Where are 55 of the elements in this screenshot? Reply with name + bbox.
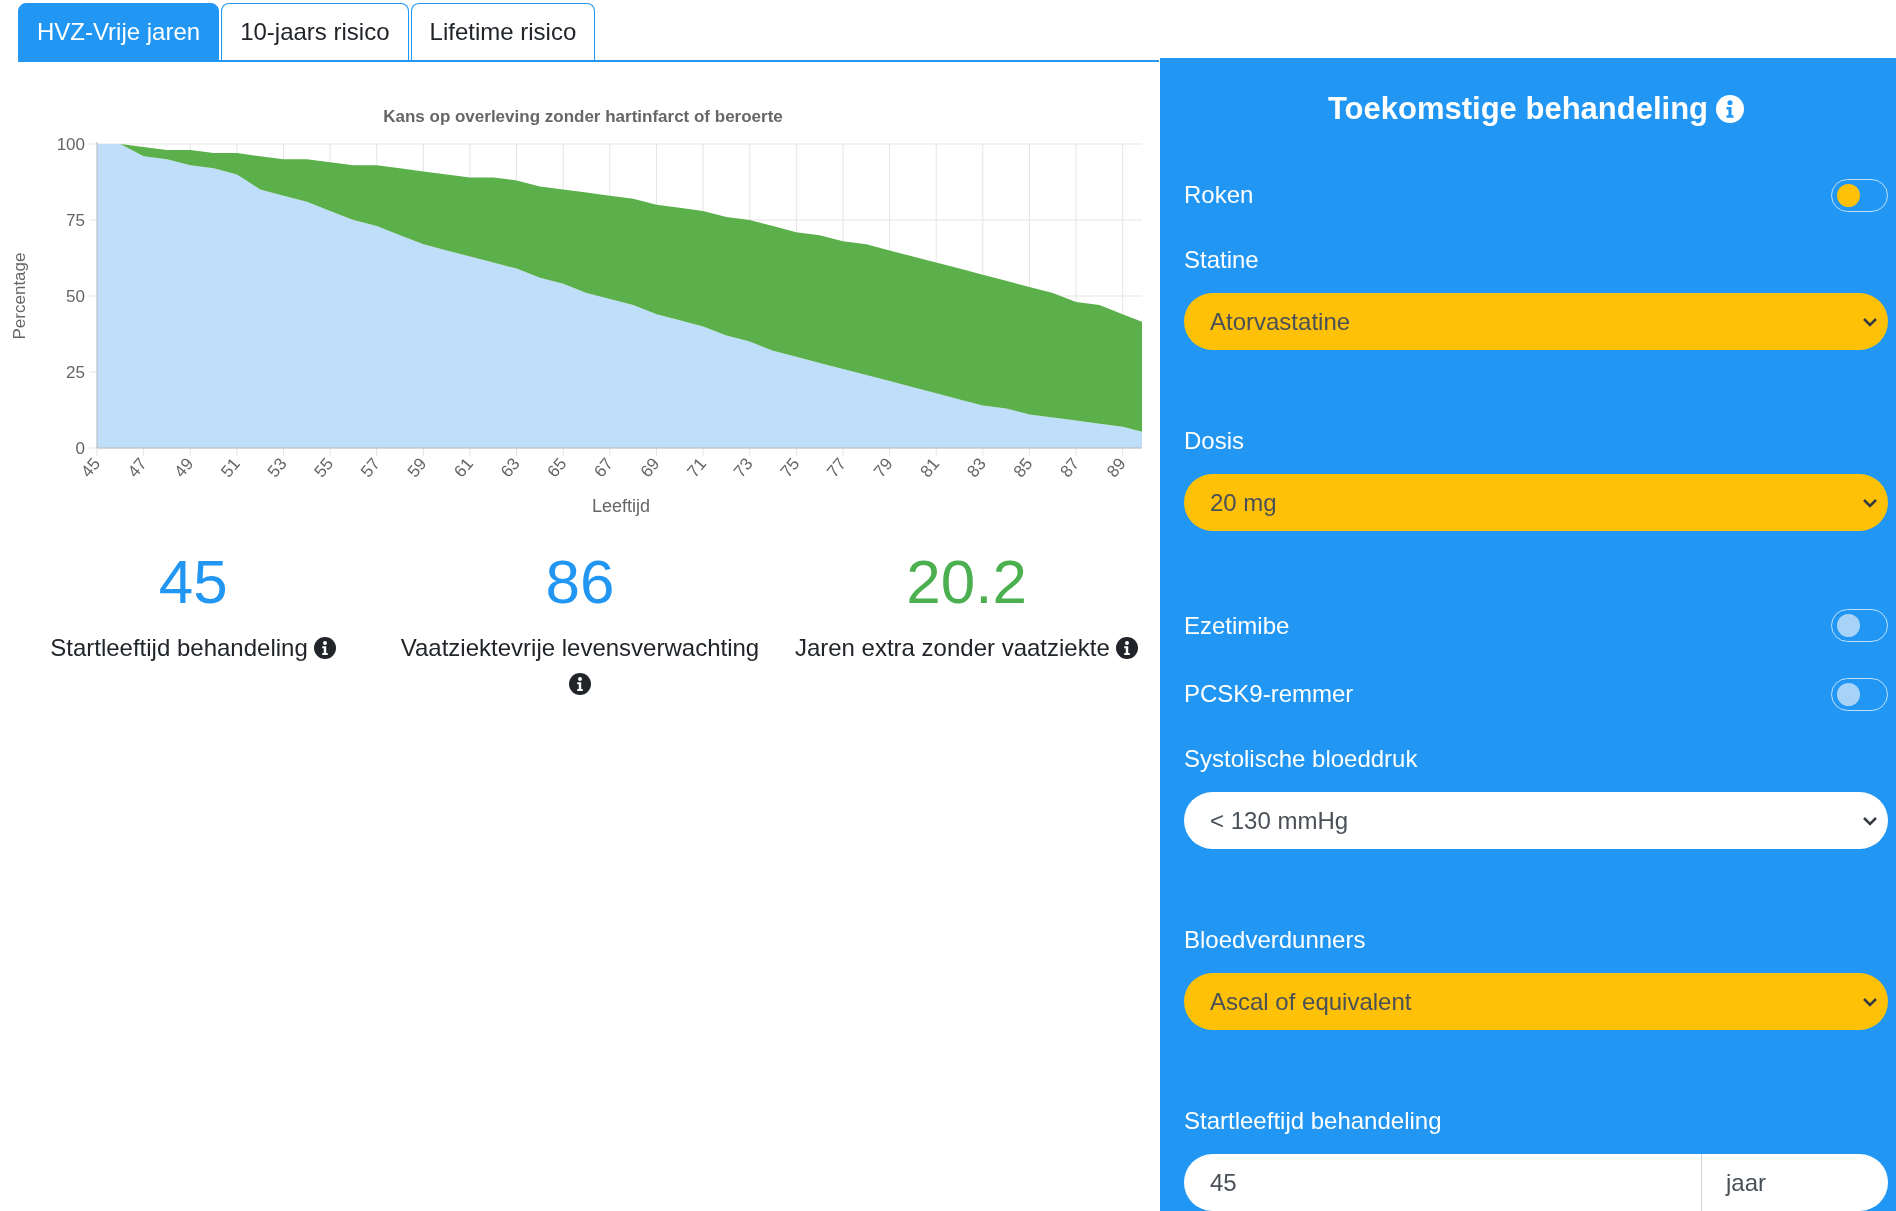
axis-tick-label: 67 [590, 454, 617, 482]
field-label: PCSK9-remmer [1184, 679, 1354, 710]
axis-tick-label: 61 [450, 454, 478, 482]
info-icon[interactable] [314, 637, 337, 659]
axis-tick-label: 87 [1056, 454, 1084, 482]
axis-tick-label: 53 [263, 454, 291, 482]
axis-tick-label: 71 [683, 454, 711, 482]
stat-label: Startleeftijd behandeling [50, 634, 308, 661]
input-field[interactable]: 45 [1184, 1154, 1702, 1211]
axis-tick-label: 75 [776, 454, 804, 482]
axis-tick-label: 55 [310, 454, 338, 482]
tab[interactable]: 10-jaars risico [221, 3, 409, 60]
axis-tick-label: 85 [1009, 454, 1037, 482]
stat-label: Vaatziektevrije levensverwachting [400, 634, 760, 661]
axis-tick-label: 73 [730, 454, 757, 482]
axis-tick-label: 65 [543, 454, 571, 482]
field-label: Systolische bloeddruk [1184, 744, 1419, 774]
dropdown[interactable]: Atorvastatine [1184, 293, 1888, 350]
axis-tick-label: 79 [869, 454, 897, 482]
dropdown[interactable]: Ascal of equivalent [1184, 973, 1888, 1030]
axis-title: Percentage [10, 252, 29, 340]
chart-title: Kans op overleving zonder hartinfarct of beroerte [383, 107, 783, 126]
axis-tick-label: 63 [496, 454, 524, 482]
axis-tick-label: 75 [66, 211, 85, 230]
field-label: Startleeftijd behandeling [1184, 1106, 1443, 1136]
field-label: Ezetimibe [1184, 610, 1290, 641]
axis-tick-label: 57 [357, 454, 384, 482]
axis-tick-label: 47 [123, 454, 151, 482]
info-icon[interactable] [1116, 637, 1139, 659]
axis-tick-label: 83 [963, 454, 990, 482]
stat-value: 20.2 [906, 546, 1027, 618]
axis-tick-label: 51 [217, 454, 244, 482]
axis-tick-label: 49 [170, 454, 198, 482]
axis-tick-label: 50 [66, 287, 85, 306]
dropdown[interactable]: < 130 mmHg [1184, 792, 1888, 849]
stat-value: 86 [545, 546, 615, 618]
field-label: Dosis [1184, 426, 1245, 456]
axis-tick-label: 25 [66, 363, 85, 382]
panel-title: Toekomstige behandeling [1327, 90, 1709, 128]
axis-tick-label: 59 [403, 454, 431, 482]
unit-addon: jaar [1702, 1154, 1888, 1211]
field-label: Statine [1184, 245, 1260, 275]
axis-tick-label: 100 [56, 135, 85, 154]
axis-title: Leeftijd [592, 496, 650, 516]
stat-label: Jaren extra zonder vaatziekte [794, 634, 1110, 661]
info-icon[interactable] [569, 673, 591, 695]
axis-tick-label: 77 [823, 454, 850, 482]
field-label: Roken [1184, 180, 1254, 211]
tab[interactable]: Lifetime risico [410, 3, 596, 60]
axis-tick-label: 81 [916, 454, 944, 482]
field-label: Bloedverdunners [1184, 925, 1367, 955]
axis-tick-label: 89 [1103, 454, 1130, 482]
stat-value: 45 [158, 546, 228, 618]
axis-tick-label: 69 [636, 454, 664, 482]
dropdown[interactable]: 20 mg [1184, 474, 1888, 531]
